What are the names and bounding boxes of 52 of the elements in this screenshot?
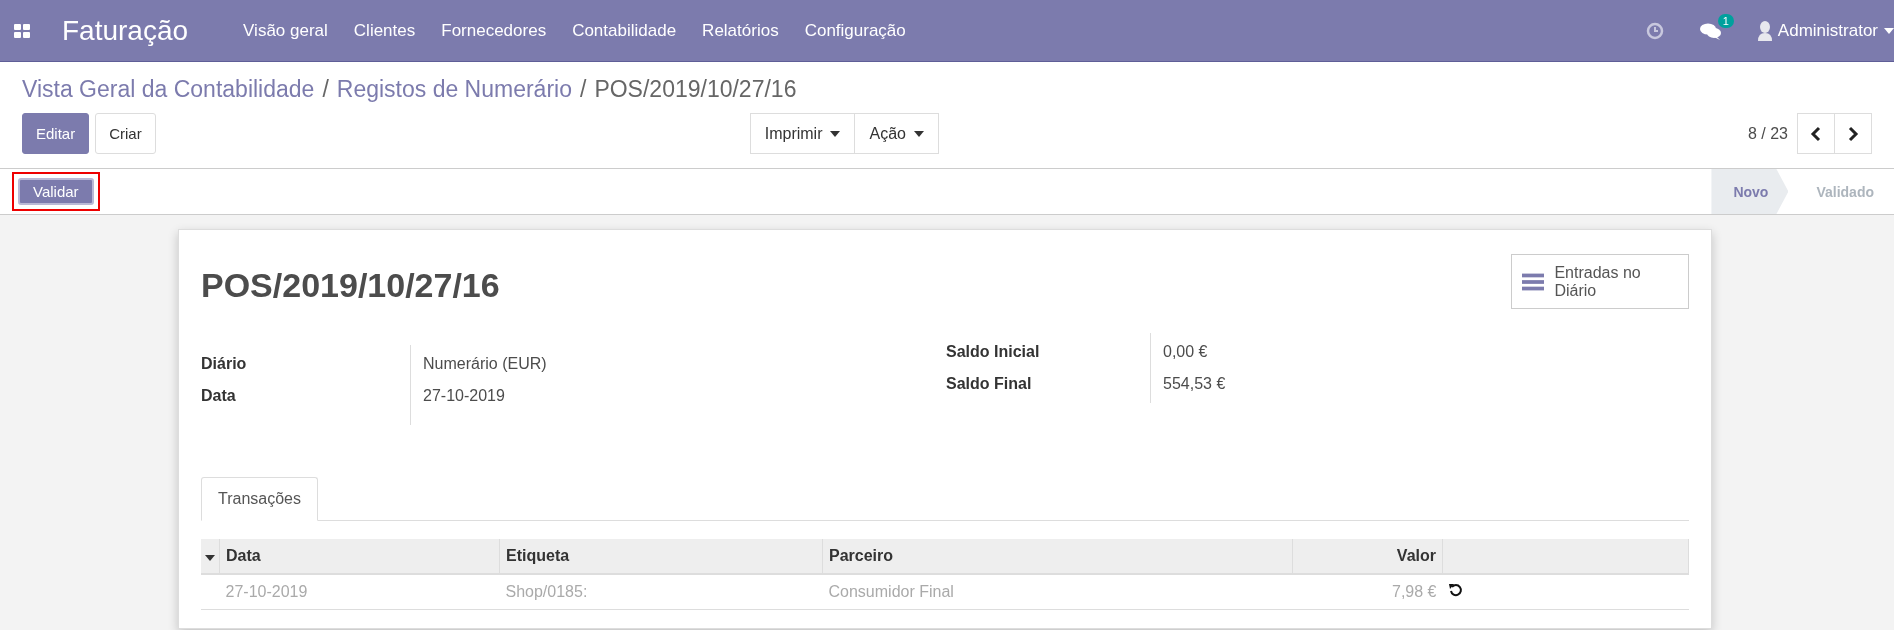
field-value: 27-10-2019: [423, 387, 505, 404]
chat-bubbles-icon[interactable]: [1699, 21, 1722, 40]
breadcrumb: POS/2019/10/27/16: [594, 76, 797, 103]
journal-entries-button[interactable]: Entradas no Diário: [1511, 254, 1689, 309]
create-button[interactable]: Criar: [95, 113, 156, 154]
column-header[interactable]: Etiqueta: [499, 539, 823, 574]
field-label: Data: [201, 387, 236, 404]
breadcrumb-separator: /: [580, 76, 587, 103]
undo-icon[interactable]: [1448, 583, 1463, 597]
user-menu[interactable]: Administrator: [1757, 20, 1894, 41]
status-step[interactable]: Novo: [1711, 169, 1789, 214]
table-cell: Shop/0185:: [499, 574, 823, 610]
field-value: 554,53 €: [1163, 375, 1226, 392]
dropdown-button[interactable]: Ação: [854, 113, 939, 154]
menu-item[interactable]: Relatórios: [689, 20, 792, 41]
next-button[interactable]: [1834, 113, 1872, 154]
breadcrumb[interactable]: Vista Geral da Contabilidade: [22, 76, 315, 103]
menu-item[interactable]: Contabilidade: [559, 20, 690, 41]
dropdown-button[interactable]: Imprimir: [749, 113, 856, 154]
previous-button[interactable]: [1797, 113, 1835, 154]
breadcrumb-separator: /: [322, 76, 329, 103]
caret-icon: [830, 130, 841, 137]
column-header[interactable]: Valor: [1292, 539, 1443, 574]
chevron-left-icon: [1810, 125, 1822, 142]
user-avatar-icon: [1757, 20, 1772, 41]
notification-badge: 1: [1717, 13, 1734, 28]
menu-item[interactable]: Fornecedores: [428, 20, 560, 41]
app-title: Faturação: [62, 14, 189, 47]
record-title: POS/2019/10/27/16: [201, 266, 500, 306]
caret-icon: [1884, 27, 1894, 34]
field-value: 0,00 €: [1163, 343, 1208, 360]
chevron-right-icon: [1847, 125, 1859, 142]
edit-button[interactable]: Editar: [22, 113, 90, 154]
tab[interactable]: Transações: [201, 477, 318, 521]
field-label: Saldo Final: [946, 375, 1032, 392]
menu-item[interactable]: Clientes: [340, 20, 429, 41]
list-icon: [1522, 271, 1545, 292]
column-header[interactable]: Data: [219, 539, 500, 574]
field-label: Saldo Inicial: [946, 343, 1040, 360]
apps-grid-icon[interactable]: [14, 23, 30, 38]
table-cell: 27-10-2019: [219, 574, 500, 610]
menu-item[interactable]: Visão geral: [230, 20, 341, 41]
pager-value: 8 / 23: [1747, 124, 1788, 143]
field-value: Numerário (EUR): [423, 355, 547, 372]
table-cell: 7,98 €: [1292, 574, 1443, 610]
menu-item[interactable]: Configuração: [791, 20, 919, 41]
validate-button[interactable]: Validar: [18, 178, 94, 205]
breadcrumb[interactable]: Registos de Numerário: [336, 76, 572, 103]
field-label: Diário: [201, 355, 247, 372]
table-cell: Consumidor Final: [822, 574, 1293, 610]
column-header[interactable]: Parceiro: [822, 539, 1293, 574]
caret-icon: [913, 130, 924, 137]
